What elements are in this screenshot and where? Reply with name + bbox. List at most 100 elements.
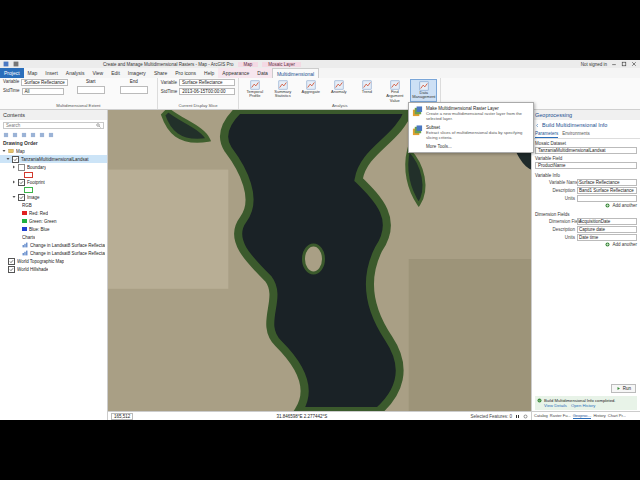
layer-checkbox[interactable] bbox=[8, 266, 15, 273]
message-link[interactable]: Open History bbox=[571, 403, 595, 408]
analysis-tool[interactable]: Trend bbox=[354, 79, 379, 95]
analysis-tool[interactable]: Summary Statistics bbox=[270, 79, 295, 100]
refresh-icon[interactable] bbox=[523, 414, 528, 419]
menu-item[interactable]: Make Multidimensional Raster LayerCreate… bbox=[411, 105, 531, 122]
layer-item[interactable]: Blue: Blue bbox=[0, 225, 107, 233]
toolbar-icon[interactable] bbox=[12, 132, 18, 138]
layer-checkbox[interactable] bbox=[8, 258, 15, 265]
ribbon-tab[interactable]: Insert bbox=[41, 68, 62, 78]
layer-item[interactable]: Image bbox=[0, 193, 107, 201]
layer-checkbox[interactable] bbox=[12, 156, 19, 163]
ribbon-tab[interactable]: Pro icons bbox=[171, 68, 200, 78]
gp-row: Dimension FieldAcquisitionDate bbox=[535, 218, 637, 225]
extent-field[interactable]: AllStdTime bbox=[3, 88, 68, 95]
layer-item[interactable]: RGB bbox=[0, 201, 107, 209]
user-status[interactable]: Not signed in bbox=[581, 62, 607, 67]
play-icon bbox=[616, 386, 621, 391]
back-icon[interactable] bbox=[535, 123, 540, 128]
gp-input[interactable]: AcquisitionDate bbox=[577, 218, 637, 225]
ribbon-tab[interactable]: Analysis bbox=[62, 68, 89, 78]
slice-field[interactable]: StdTime2013-06-15T00:00:00 bbox=[161, 88, 236, 95]
gp-tab[interactable]: Environments bbox=[562, 130, 590, 138]
layer-item[interactable]: TanzaniaMultidimensionalLandsat bbox=[0, 155, 107, 163]
pause-icon[interactable] bbox=[515, 414, 520, 419]
gp-input[interactable]: Capture date bbox=[577, 226, 637, 233]
pane-tab[interactable]: History bbox=[593, 413, 605, 419]
expand-icon[interactable] bbox=[2, 149, 6, 153]
toolbar-icon[interactable] bbox=[21, 132, 27, 138]
pane-tab[interactable]: Raster Fu... bbox=[550, 413, 571, 419]
layer-item[interactable]: Footprint bbox=[0, 178, 107, 186]
toolbar-icon[interactable] bbox=[3, 132, 9, 138]
ribbon-tab[interactable]: Appearance bbox=[218, 68, 253, 78]
add-another-button[interactable]: Add another bbox=[535, 203, 637, 208]
minimize-icon[interactable] bbox=[611, 61, 617, 67]
context-tab-header: Map bbox=[238, 62, 259, 67]
gp-parameters: Mosaic DatasetTanzaniaMultidimensionalLa… bbox=[532, 139, 640, 382]
slice-field[interactable]: VariableSurface Reflectance bbox=[161, 79, 236, 86]
layer-item[interactable]: Red: Red bbox=[0, 209, 107, 217]
toolbar-icon[interactable] bbox=[48, 132, 54, 138]
layer-checkbox[interactable] bbox=[18, 179, 25, 186]
start-slider[interactable] bbox=[77, 86, 105, 94]
contents-header: Contents bbox=[0, 110, 107, 120]
gp-input[interactable]: Band1 Surface Reflectance bbox=[577, 187, 637, 194]
layer-item[interactable]: Green: Green bbox=[0, 217, 107, 225]
gp-input[interactable]: ProductName bbox=[535, 162, 637, 169]
layer-item[interactable]: World Hillshade bbox=[0, 265, 107, 273]
expand-icon[interactable] bbox=[12, 165, 16, 169]
layer-checkbox[interactable] bbox=[18, 164, 25, 171]
gp-input[interactable]: Date time bbox=[577, 234, 637, 241]
analysis-tool[interactable]: Temporal Profile bbox=[242, 79, 267, 100]
layer-item[interactable]: Change in Landsat8 Surface Reflectance .… bbox=[0, 241, 107, 249]
message-link[interactable]: View Details bbox=[544, 403, 567, 408]
analysis-tool[interactable]: Data Management bbox=[410, 79, 437, 102]
end-slider[interactable] bbox=[120, 86, 148, 94]
ribbon-tab[interactable]: Share bbox=[150, 68, 171, 78]
toolbar-icon[interactable] bbox=[30, 132, 36, 138]
gp-input[interactable]: TanzaniaMultidimensionalLandsat bbox=[535, 147, 637, 154]
layer-checkbox[interactable] bbox=[18, 194, 25, 201]
analysis-tool[interactable]: Find Argument Value bbox=[382, 79, 407, 104]
toolbar-icon[interactable] bbox=[39, 132, 45, 138]
gp-tab[interactable]: Parameters bbox=[535, 130, 558, 138]
ribbon-tab[interactable]: Project bbox=[0, 68, 24, 78]
gp-input[interactable]: Surface Reflectance bbox=[577, 179, 637, 186]
layer-item[interactable]: Change in Landsat8 Surface Reflectance .… bbox=[0, 249, 107, 257]
ribbon-tab[interactable]: Multidimensional bbox=[272, 68, 319, 78]
screen: Create and Manage Multidimensional Raste… bbox=[0, 0, 640, 480]
expand-icon[interactable] bbox=[12, 180, 16, 184]
analysis-tool[interactable]: Anomaly bbox=[326, 79, 351, 95]
extent-field[interactable]: Surface ReflectanceVariable bbox=[3, 79, 68, 86]
pane-tab[interactable]: Catalog bbox=[534, 413, 548, 419]
gp-input[interactable] bbox=[577, 195, 637, 202]
main-area: ContentsSearchDrawing OrderMapTanzaniaMu… bbox=[0, 110, 640, 420]
more-tools[interactable]: More Tools... bbox=[411, 143, 531, 150]
expand-icon[interactable] bbox=[12, 195, 16, 199]
layer-item[interactable]: Boundary bbox=[0, 163, 107, 171]
add-another-button[interactable]: Add another bbox=[535, 242, 637, 247]
ribbon-tab[interactable]: Edit bbox=[107, 68, 124, 78]
ribbon-tab[interactable]: Imagery bbox=[124, 68, 150, 78]
ribbon-tab[interactable]: Data bbox=[253, 68, 272, 78]
quick-access-icon[interactable] bbox=[3, 61, 9, 67]
layer-item[interactable]: Map bbox=[0, 147, 107, 155]
analysis-tool[interactable]: Aggregate bbox=[298, 79, 323, 95]
pane-tab[interactable]: Geoproc... bbox=[573, 413, 592, 419]
run-button[interactable]: Run bbox=[611, 384, 636, 393]
close-icon[interactable] bbox=[631, 61, 637, 67]
pane-tab[interactable]: Chart Pr... bbox=[608, 413, 626, 419]
map-canvas[interactable] bbox=[108, 110, 531, 411]
save-icon[interactable] bbox=[13, 61, 19, 67]
search-field[interactable]: Search bbox=[3, 122, 104, 129]
ribbon-tab[interactable]: View bbox=[88, 68, 107, 78]
menu-item[interactable]: SubsetExtract slices of multidimensional… bbox=[411, 124, 531, 141]
layer-item[interactable]: World Topographic Map bbox=[0, 257, 107, 265]
expand-icon[interactable] bbox=[6, 157, 10, 161]
layer-item[interactable]: Charts bbox=[0, 233, 107, 241]
scale-field[interactable]: 165,512 bbox=[111, 413, 133, 420]
ribbon-tab[interactable]: Map bbox=[24, 68, 42, 78]
display-slice-group: VariableSurface Reflectance StdTime2013-0… bbox=[158, 78, 240, 109]
maximize-icon[interactable] bbox=[621, 61, 627, 67]
ribbon-tab[interactable]: Help bbox=[200, 68, 218, 78]
